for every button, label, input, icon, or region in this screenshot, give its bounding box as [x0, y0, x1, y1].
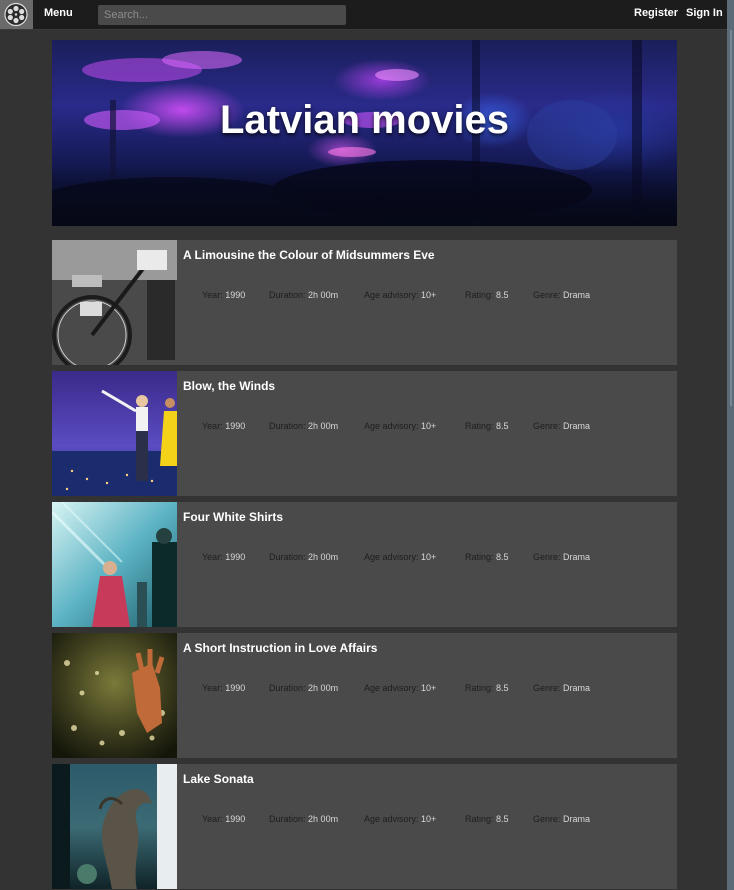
- scrollbar[interactable]: [727, 0, 734, 890]
- genre-value: Drama: [563, 421, 591, 431]
- age-advisory-label: Age advisory:: [364, 290, 419, 300]
- age-advisory-value: 10+: [421, 552, 437, 562]
- movie-title[interactable]: Lake Sonata: [183, 772, 254, 786]
- genre-value: Drama: [563, 290, 591, 300]
- age-advisory-label: Age advisory:: [364, 552, 419, 562]
- genre-label: Genre:: [533, 552, 561, 562]
- age-advisory-label: Age advisory:: [364, 421, 419, 431]
- genre-label: Genre:: [533, 421, 561, 431]
- duration-label: Duration:: [269, 421, 306, 431]
- rating-value: 8.5: [496, 814, 509, 824]
- rating-label: Rating:: [465, 421, 494, 431]
- genre-label: Genre:: [533, 814, 561, 824]
- rating-value: 8.5: [496, 552, 509, 562]
- rating-label: Rating:: [465, 814, 494, 824]
- register-link[interactable]: Register: [634, 7, 678, 19]
- duration-label: Duration:: [269, 552, 306, 562]
- year-label: Year:: [202, 814, 223, 824]
- scrollbar-thumb[interactable]: [730, 30, 732, 406]
- age-advisory-value: 10+: [421, 290, 437, 300]
- rating-label: Rating:: [465, 290, 494, 300]
- movie-title[interactable]: A Short Instruction in Love Affairs: [183, 641, 377, 655]
- age-advisory-value: 10+: [421, 814, 437, 824]
- genre-label: Genre:: [533, 683, 561, 693]
- movie-title[interactable]: A Limousine the Colour of Midsummers Eve: [183, 248, 435, 262]
- year-value: 1990: [225, 814, 246, 824]
- duration-label: Duration:: [269, 290, 306, 300]
- year-label: Year:: [202, 290, 223, 300]
- duration-value: 2h 00m: [308, 683, 339, 693]
- duration-value: 2h 00m: [308, 290, 339, 300]
- duration-label: Duration:: [269, 683, 306, 693]
- duration-value: 2h 00m: [308, 814, 339, 824]
- year-label: Year:: [202, 421, 223, 431]
- movie-poster-image[interactable]: [52, 633, 177, 758]
- rating-label: Rating:: [465, 552, 494, 562]
- search-input[interactable]: [98, 5, 346, 25]
- year-value: 1990: [225, 683, 246, 693]
- genre-label: Genre:: [533, 290, 561, 300]
- year-label: Year:: [202, 552, 223, 562]
- age-advisory-label: Age advisory:: [364, 683, 419, 693]
- rating-value: 8.5: [496, 290, 509, 300]
- movie-card[interactable]: Lake Sonata Year: 1990 Duration: 2h 00m …: [52, 764, 677, 889]
- movie-card[interactable]: A Short Instruction in Love Affairs Year…: [52, 633, 677, 758]
- menu-button[interactable]: Menu: [44, 7, 73, 19]
- page-title: Latvian movies: [219, 98, 509, 142]
- age-advisory-value: 10+: [421, 683, 437, 693]
- movie-poster-image[interactable]: [52, 371, 177, 496]
- movie-poster-image[interactable]: [52, 502, 177, 627]
- movie-card[interactable]: A Limousine the Colour of Midsummers Eve…: [52, 240, 677, 365]
- movie-card[interactable]: Blow, the Winds Year: 1990 Duration: 2h …: [52, 371, 677, 496]
- genre-value: Drama: [563, 683, 591, 693]
- rating-value: 8.5: [496, 421, 509, 431]
- movie-poster-image[interactable]: [52, 240, 177, 365]
- genre-value: Drama: [563, 814, 591, 824]
- sign-in-link[interactable]: Sign In: [686, 7, 723, 19]
- duration-value: 2h 00m: [308, 552, 339, 562]
- movie-title[interactable]: Blow, the Winds: [183, 379, 275, 393]
- movie-poster-image[interactable]: [52, 764, 177, 889]
- top-navbar: Menu Register Sign In: [0, 0, 727, 30]
- rating-value: 8.5: [496, 683, 509, 693]
- rating-label: Rating:: [465, 683, 494, 693]
- genre-value: Drama: [563, 552, 591, 562]
- duration-label: Duration:: [269, 814, 306, 824]
- duration-value: 2h 00m: [308, 421, 339, 431]
- movie-card[interactable]: Four White Shirts Year: 1990 Duration: 2…: [52, 502, 677, 627]
- year-value: 1990: [225, 290, 246, 300]
- year-value: 1990: [225, 421, 246, 431]
- age-advisory-label: Age advisory:: [364, 814, 419, 824]
- year-label: Year:: [202, 683, 223, 693]
- age-advisory-value: 10+: [421, 421, 437, 431]
- year-value: 1990: [225, 552, 246, 562]
- hero-banner: Latvian movies: [52, 40, 677, 226]
- movie-title[interactable]: Four White Shirts: [183, 510, 283, 524]
- film-reel-logo-icon[interactable]: [0, 0, 33, 29]
